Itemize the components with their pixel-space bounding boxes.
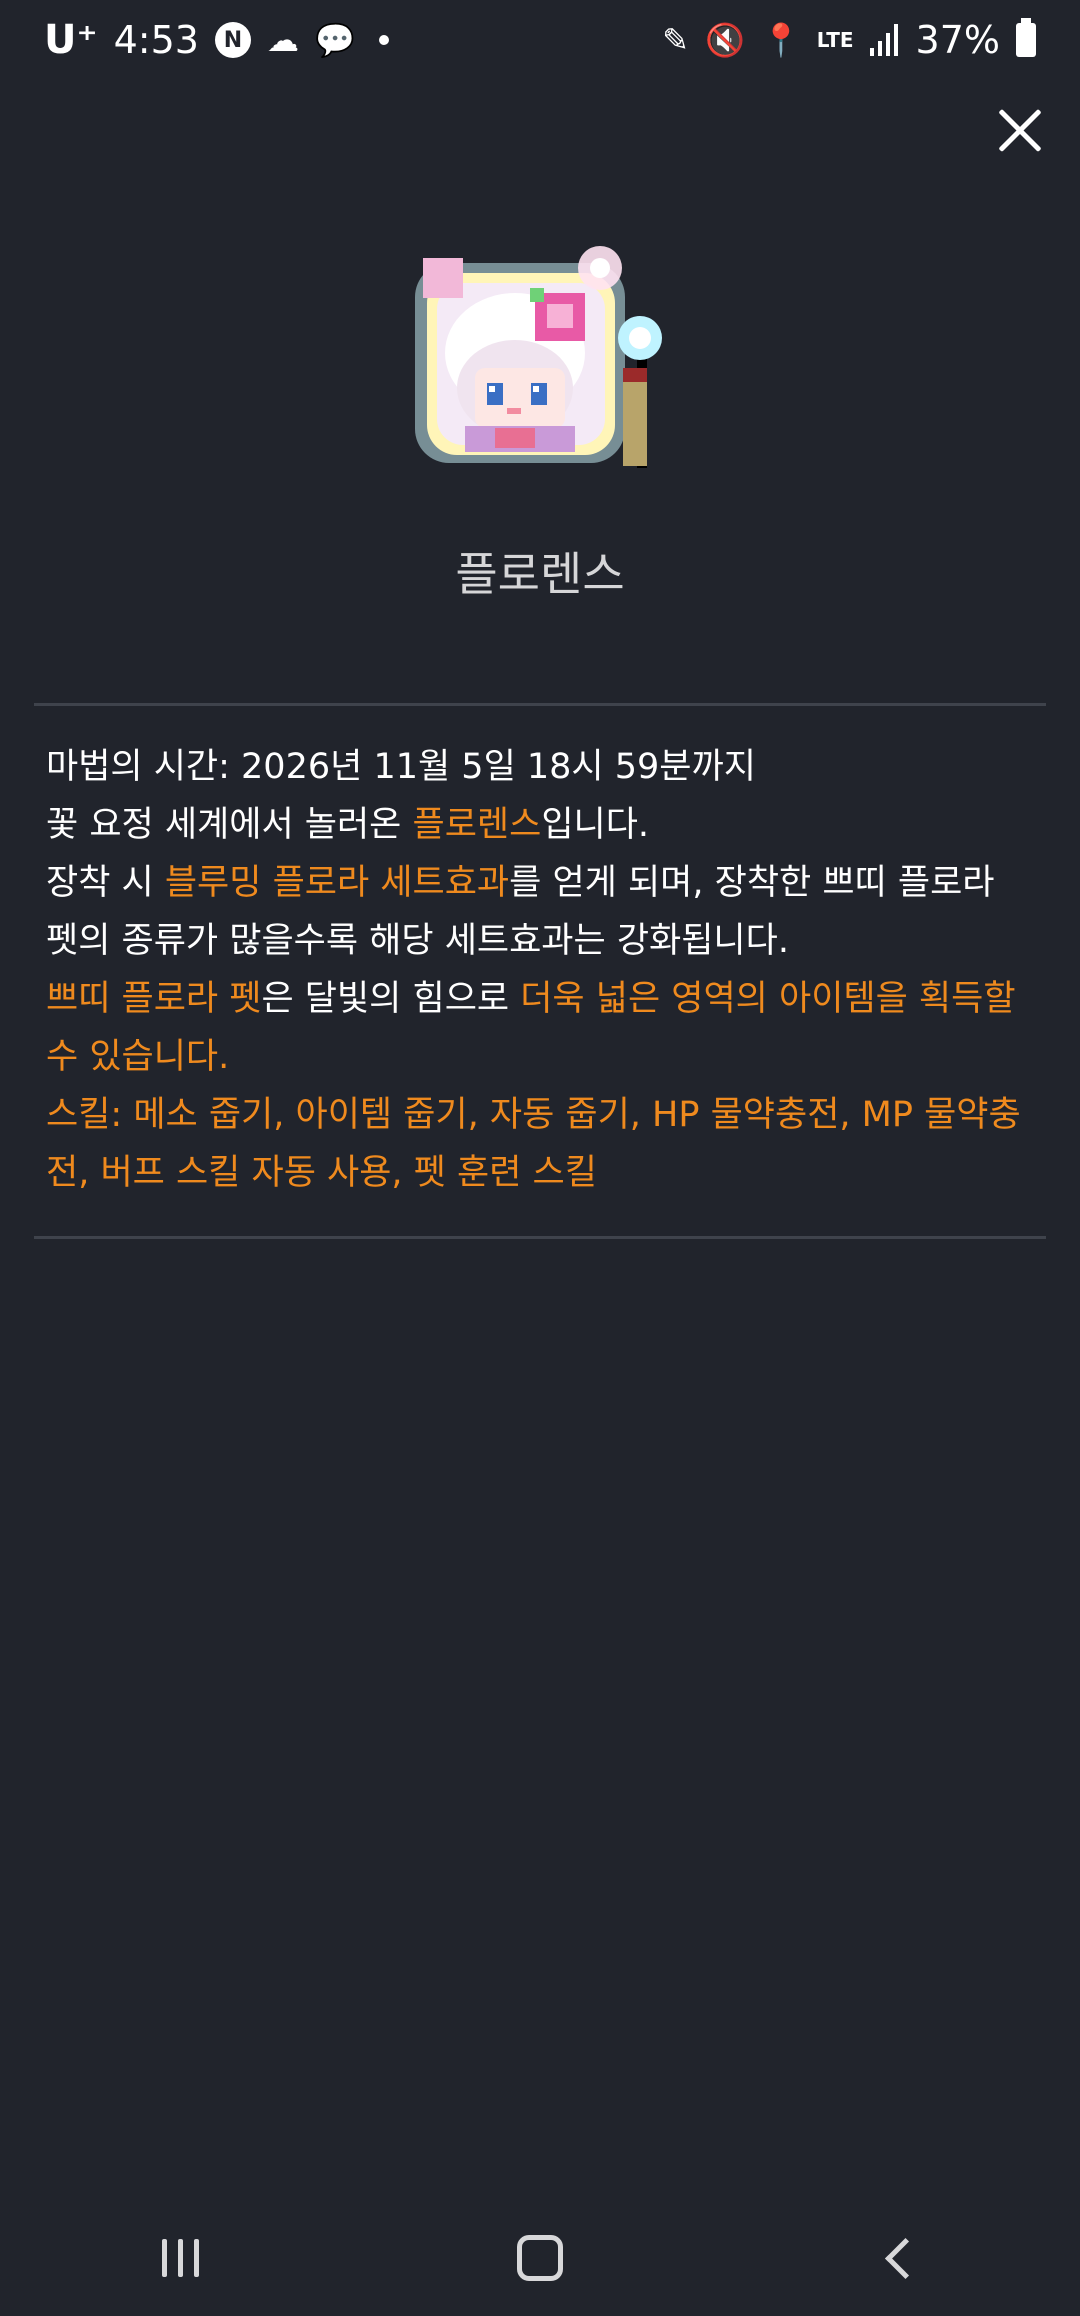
intro-line: 꽃 요정 세계에서 놀러온 플로렌스입니다.: [46, 805, 650, 845]
magic-time-line: 마법의 시간: 2026년 11월 5일 18시 59분까지: [46, 747, 756, 787]
mute-icon: 🔇: [705, 21, 745, 59]
set-effect-highlight: 블루밍 플로라 세트효과: [164, 863, 510, 903]
close-button[interactable]: [990, 100, 1050, 160]
system-navigation-bar: [0, 2200, 1080, 2316]
carrier-label: U⁺: [44, 17, 98, 63]
pet-name-highlight: 플로렌스: [412, 805, 542, 845]
pet-icon: [405, 228, 675, 478]
pet-name: 플로렌스: [455, 547, 625, 601]
status-left: U⁺ 4:53 N ☁ 💬: [44, 17, 389, 63]
naver-notification-icon: N: [214, 22, 251, 58]
signal-icon: [869, 24, 898, 56]
item-description: 마법의 시간: 2026년 11월 5일 18시 59분까지 꽃 요정 세계에서…: [46, 738, 1036, 1202]
clock: 4:53: [113, 18, 199, 62]
back-button[interactable]: [840, 2213, 960, 2303]
home-button[interactable]: [480, 2213, 600, 2303]
bottom-divider: [34, 1236, 1046, 1239]
threads-notification-icon: ☁: [266, 21, 299, 59]
battery-icon: [1016, 18, 1036, 57]
battery-percent: 37%: [915, 18, 1000, 62]
petit-flora-highlight: 쁘띠 플로라 펫: [46, 979, 262, 1019]
skills-line: 스킬: 메소 줍기, 아이템 줍기, 자동 줍기, HP 물약충전, MP 물약…: [46, 1095, 1021, 1193]
recent-apps-icon: [161, 2239, 199, 2277]
moonlight-line: 쁘띠 플로라 펫은 달빛의 힘으로 더욱 넓은 영역의 아이템을 획득할 수 있…: [46, 979, 1016, 1077]
set-effect-line: 장착 시 블루밍 플로라 세트효과를 얻게 되며, 장착한 쁘띠 플로라 펫의 …: [46, 863, 995, 961]
more-notifications-icon: [378, 35, 389, 45]
back-icon: [884, 2237, 926, 2279]
location-icon: 📍: [760, 21, 801, 59]
top-divider: [34, 703, 1046, 706]
home-icon: [517, 2235, 563, 2281]
lte-icon: LTE: [816, 28, 854, 52]
status-bar: U⁺ 4:53 N ☁ 💬 ✎ 🔇 📍 LTE 37%: [0, 0, 1080, 80]
status-right: ✎ 🔇 📍 LTE 37%: [662, 18, 1036, 62]
message-notification-icon: 💬: [314, 21, 355, 59]
pen-icon: ✎: [662, 21, 690, 59]
recent-apps-button[interactable]: [120, 2213, 240, 2303]
